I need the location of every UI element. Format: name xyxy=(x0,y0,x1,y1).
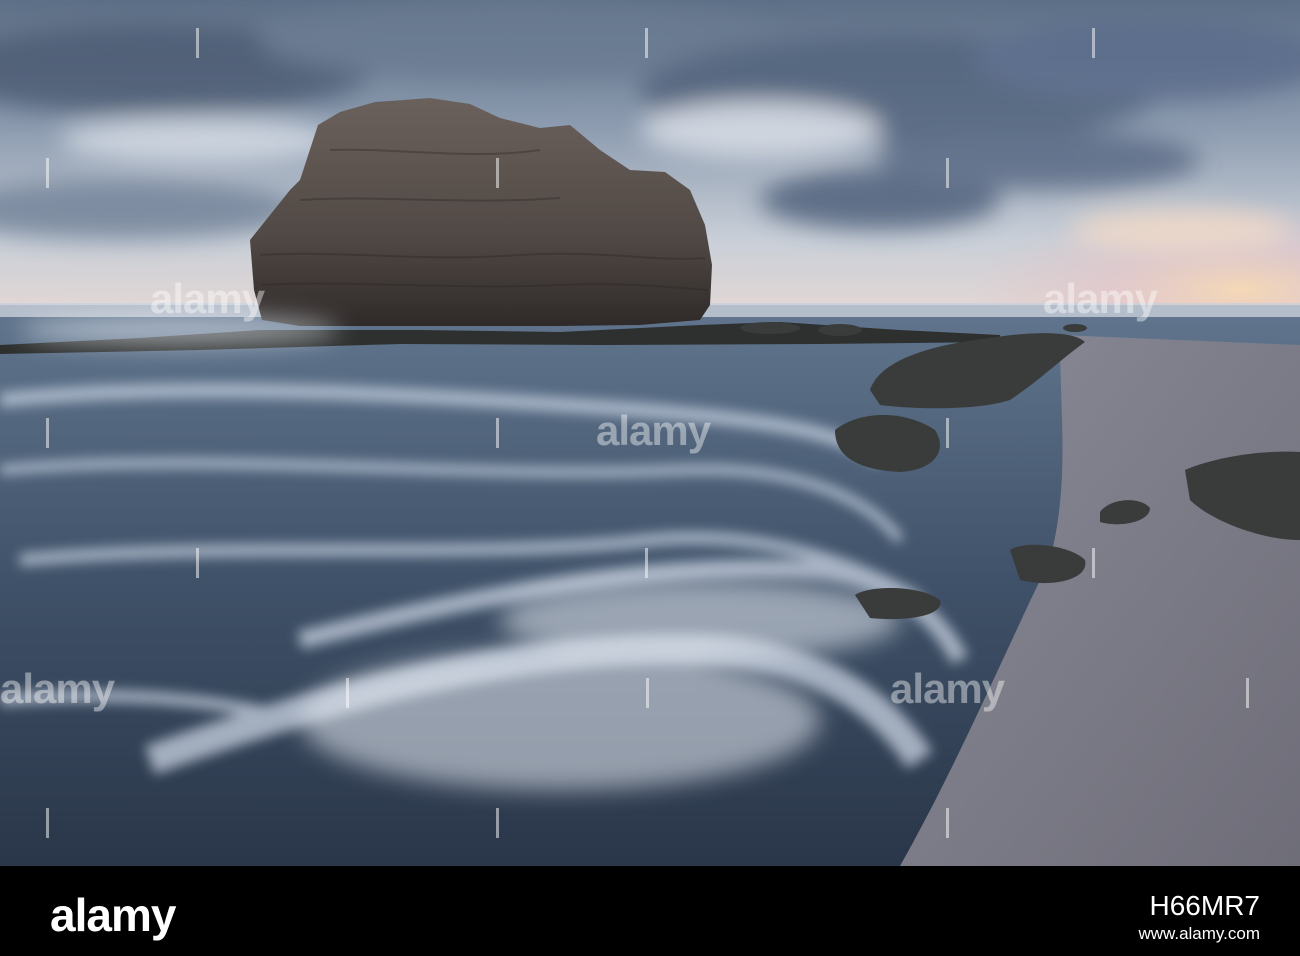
watermark-text: alamy xyxy=(890,665,1005,712)
watermark-bar xyxy=(196,28,199,58)
watermark-bar xyxy=(196,548,199,578)
watermark-bar xyxy=(645,28,648,58)
stock-image-id: H66MR7 xyxy=(1149,890,1260,921)
watermark-bar xyxy=(496,158,499,188)
watermark-text: alamy xyxy=(596,407,711,454)
watermark-bar xyxy=(1092,548,1095,578)
watermark-text: alamy xyxy=(0,665,115,712)
watermark-bar xyxy=(496,808,499,838)
watermark-bar xyxy=(946,418,949,448)
watermark-bar xyxy=(645,548,648,578)
photo: alamy alamy alamy alamy alamy xyxy=(0,0,1300,866)
watermark-bar xyxy=(46,418,49,448)
watermark-bar xyxy=(946,808,949,838)
watermark-bar xyxy=(46,808,49,838)
site-url: www.alamy.com xyxy=(1138,924,1260,943)
watermark-bar xyxy=(1246,678,1249,708)
watermark-bar xyxy=(346,678,349,708)
watermark-text: alamy xyxy=(1043,275,1158,322)
watermark-text: alamy xyxy=(150,275,265,322)
watermark-bar xyxy=(1092,28,1095,58)
watermark-bar xyxy=(946,158,949,188)
footer-bar: alamy H66MR7 www.alamy.com xyxy=(0,866,1300,956)
alamy-logo: alamy xyxy=(50,889,176,941)
watermark-bar xyxy=(496,418,499,448)
watermark-bar xyxy=(46,158,49,188)
watermark-bar xyxy=(646,678,649,708)
